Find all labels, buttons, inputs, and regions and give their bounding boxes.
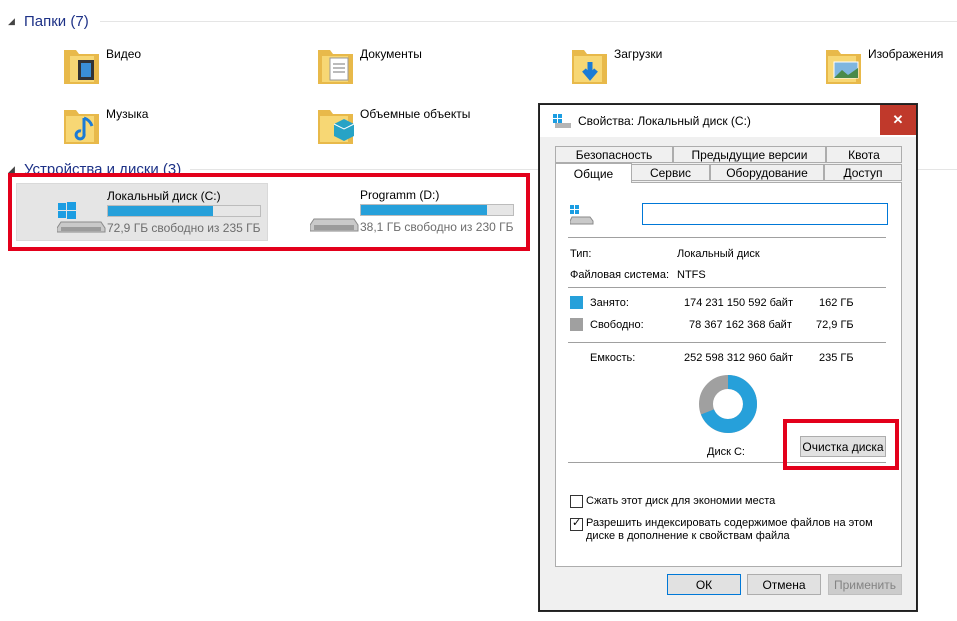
type-label: Тип: [570,248,592,260]
downloads-folder-icon [572,50,607,84]
index-label-line1: Разрешить индексировать содержимое файло… [586,517,873,529]
highlight-box-cleanup [783,419,899,470]
drive-label-input[interactable] [642,203,888,225]
tab-service[interactable]: Сервис [631,164,710,181]
cancel-button[interactable]: Отмена [747,574,821,595]
filesystem-value: NTFS [677,269,706,281]
tab-label: Оборудование [726,165,808,180]
capacity-bytes: 252 598 312 960 байт [684,352,793,364]
dialog-titlebar[interactable]: Свойства: Локальный диск (C:) [540,105,916,137]
free-color-swatch [570,318,583,331]
folder-name: Изображения [868,47,944,61]
capacity-label: Емкость: [590,352,636,364]
used-label: Занято: [590,297,629,309]
disk-usage-donut [699,375,757,433]
highlight-box-drives [8,173,530,251]
used-bytes: 174 231 150 592 байт [684,297,793,309]
tab-general[interactable]: Общие [555,163,632,183]
tab-label: Общие [573,166,614,181]
documents-folder-icon [318,50,353,84]
dialog-title: Свойства: Локальный диск (C:) [578,114,751,128]
type-value: Локальный диск [677,248,760,260]
folder-name: Музыка [106,107,149,121]
folder-music[interactable]: Музыка [60,104,310,152]
music-folder-icon [64,110,99,144]
close-button[interactable]: ✕ [880,105,916,135]
divider [568,237,886,238]
capacity-gb: 235 ГБ [819,352,854,364]
index-label-line2: диске в дополнение к свойствам файла [586,530,790,542]
tab-label: Квота [848,147,880,162]
properties-dialog: Свойства: Локальный диск (C:) ✕ Безопасн… [539,104,917,611]
free-label: Свободно: [590,319,644,331]
apply-button[interactable]: Применить [828,574,902,595]
folder-name: Видео [106,47,142,61]
folders-section-title: Папки (7) [24,12,89,30]
divider [568,287,886,288]
tab-label: Сервис [649,165,692,180]
index-checkbox[interactable] [570,516,583,531]
video-folder-icon [64,50,99,84]
tab-quota[interactable]: Квота [826,146,902,163]
tab-hardware[interactable]: Оборудование [710,164,824,181]
used-gb: 162 ГБ [819,297,854,309]
free-gb: 72,9 ГБ [816,319,854,331]
folder-pictures[interactable]: Изображения [822,44,957,92]
folder-name: Загрузки [614,47,663,61]
tab-label: Безопасность [575,147,653,162]
pictures-folder-icon [826,50,861,84]
button-label: Применить [833,577,896,592]
free-bytes: 78 367 162 368 байт [689,319,792,331]
divider [568,342,886,343]
folder-video[interactable]: Видео [60,44,310,92]
close-icon: ✕ [892,112,904,127]
disk-letter-label: Диск C: [707,446,745,458]
collapse-chevron-icon[interactable]: ◢ [8,16,18,27]
compress-label: Сжать этот диск для экономии места [586,495,776,507]
windows-drive-icon [570,205,594,225]
tab-label: Предыдущие версии [691,147,808,162]
compress-checkbox[interactable] [570,495,583,508]
folder-3d-objects[interactable]: Объемные объекты [314,104,564,152]
tab-security[interactable]: Безопасность [555,146,673,163]
general-tab-panel: Тип: Локальный диск Файловая система: NT… [555,182,902,567]
folder-documents[interactable]: Документы [314,44,564,92]
tab-previous-versions[interactable]: Предыдущие версии [673,146,826,163]
section-divider [100,21,957,22]
button-label: ОК [695,577,713,592]
tab-label: Доступ [843,165,883,180]
folders-section-header[interactable]: ◢ Папки (7) [8,10,89,32]
ok-button[interactable]: ОК [667,574,741,595]
filesystem-label: Файловая система: [570,269,670,281]
folder-name: Документы [360,47,422,61]
3d-objects-folder-icon [318,110,355,144]
drive-title-icon [553,114,571,128]
used-color-swatch [570,296,583,309]
button-label: Отмена [762,577,806,592]
folder-name: Объемные объекты [360,107,471,121]
folder-downloads[interactable]: Загрузки [568,44,818,92]
tab-sharing[interactable]: Доступ [824,164,902,181]
